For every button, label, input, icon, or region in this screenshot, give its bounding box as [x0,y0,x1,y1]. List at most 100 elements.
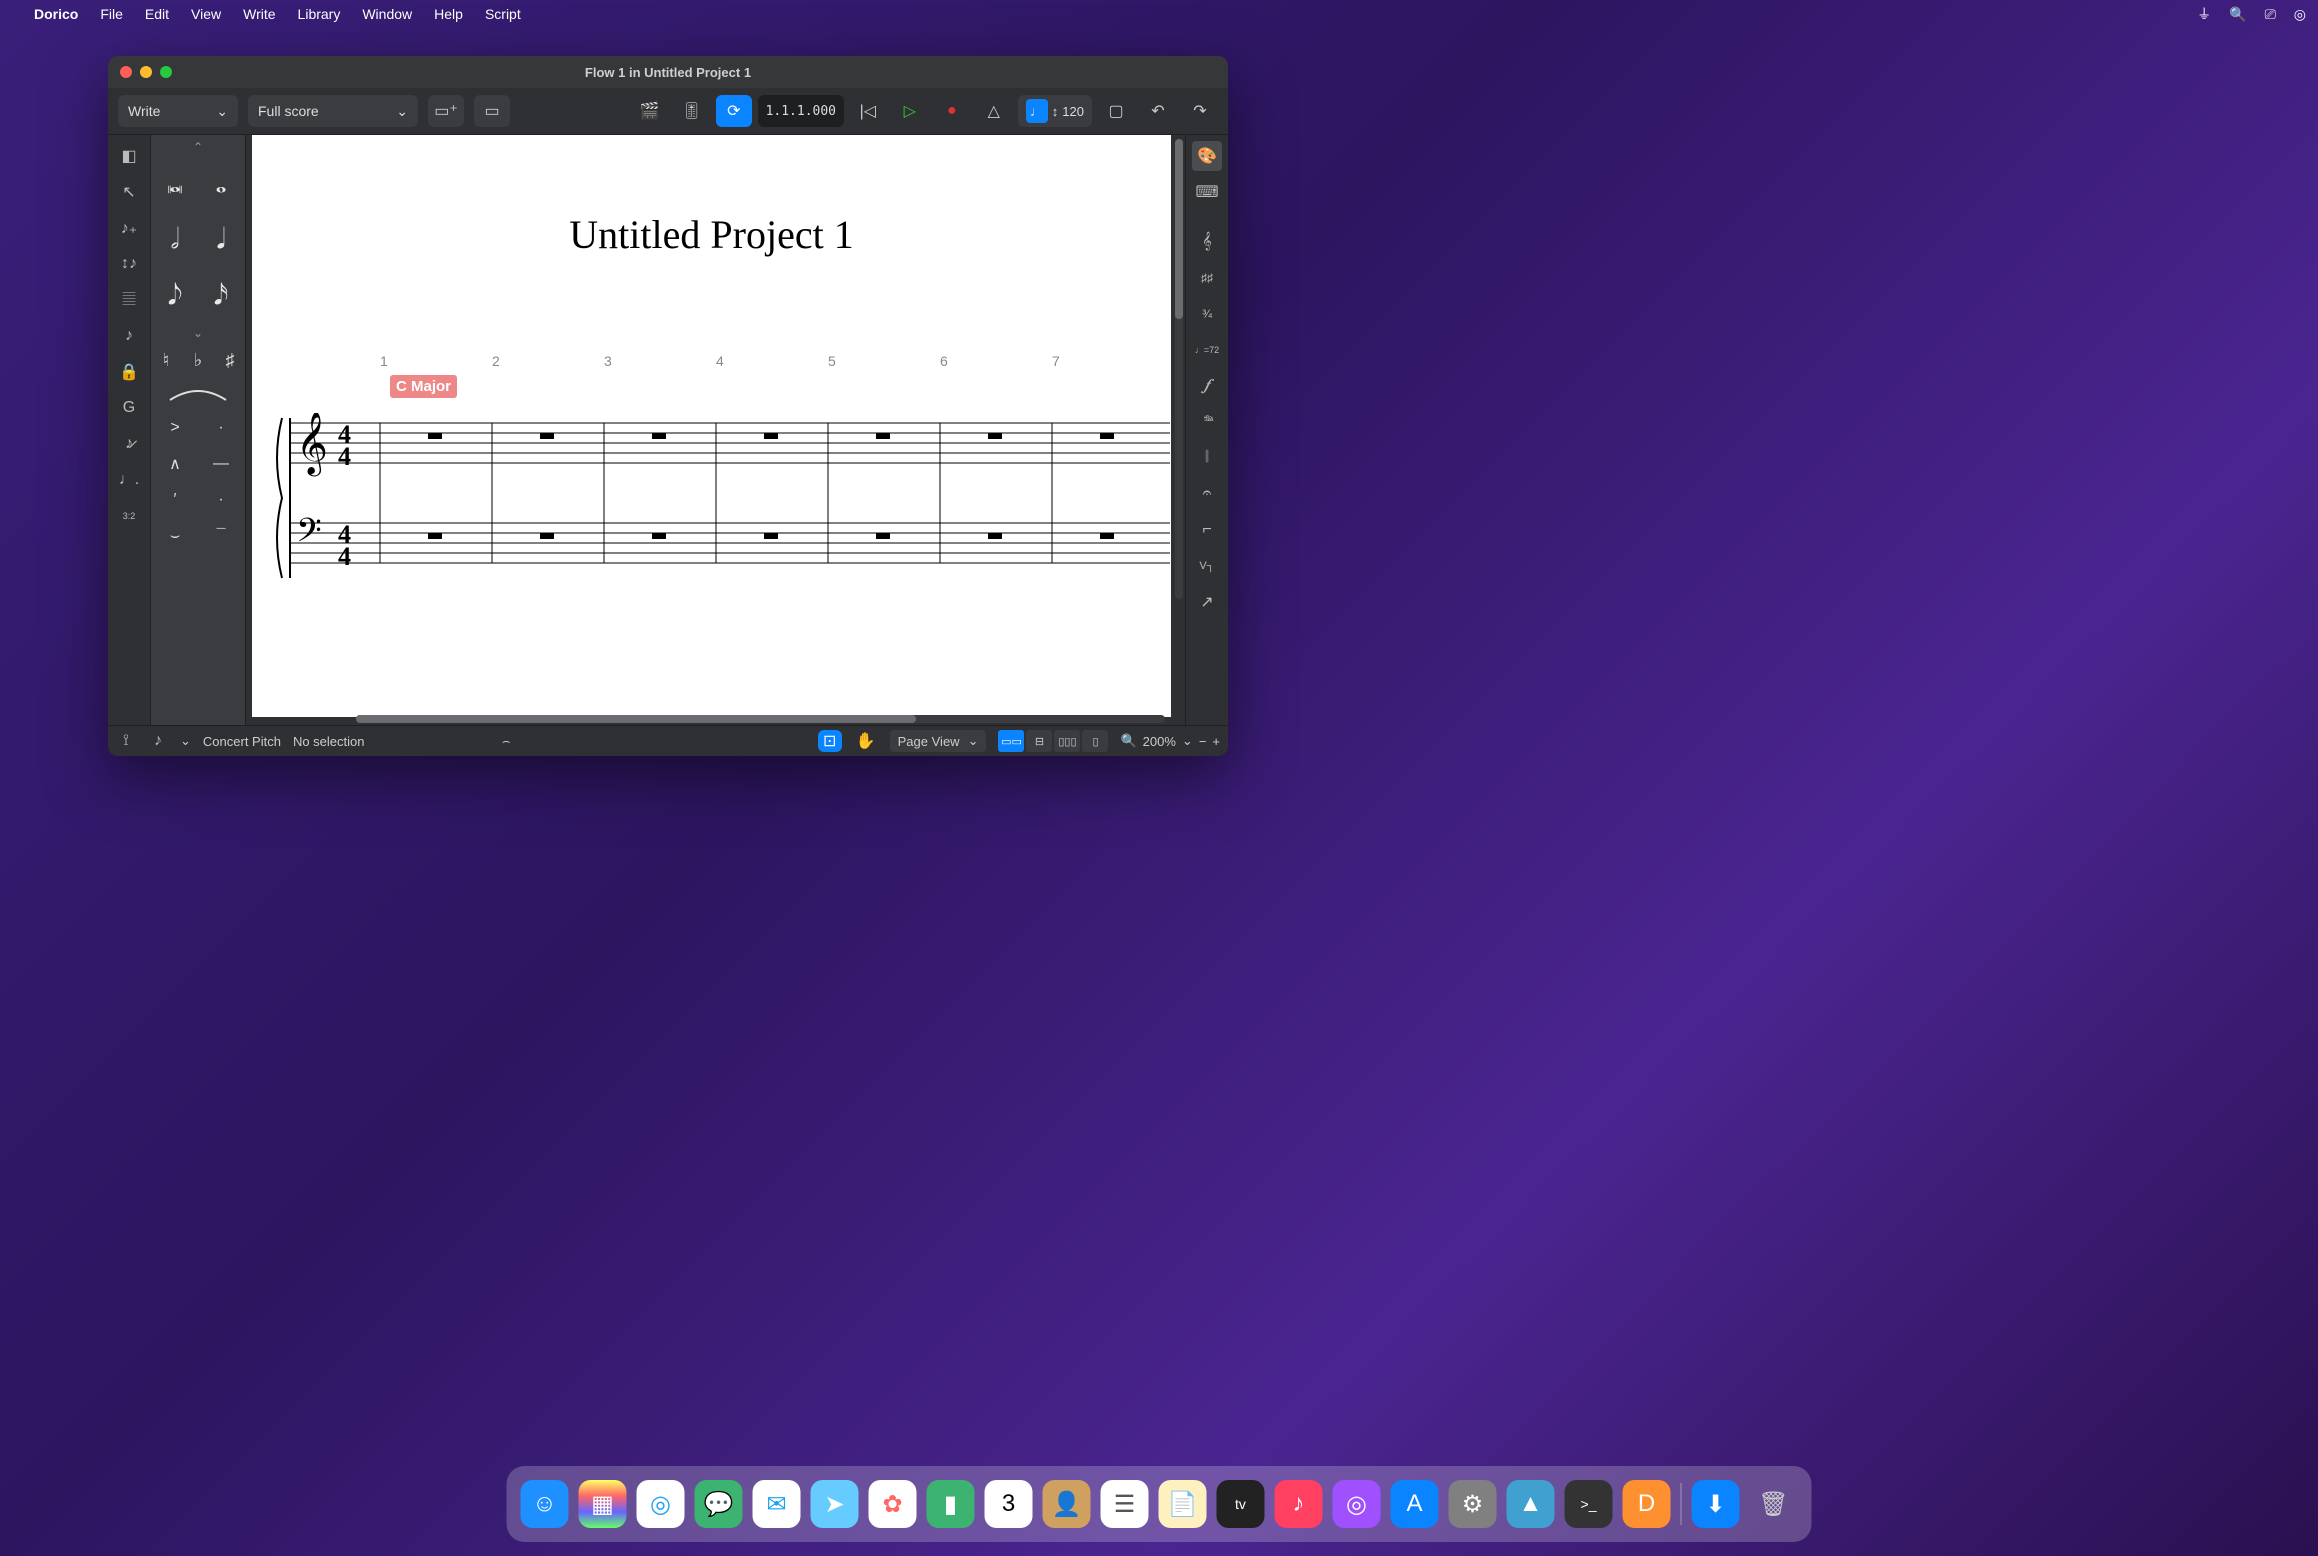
view-spread[interactable]: ▭▭ [998,730,1024,752]
properties-panel-button[interactable]: 🎨 [1192,141,1222,171]
tuplet-tool[interactable]: 3:2 [114,501,144,531]
articulation-staccato[interactable]: · [200,411,242,445]
menu-write[interactable]: Write [243,6,275,22]
lines-button[interactable]: ↗ [1192,587,1222,617]
scroll-up-icon[interactable]: ⌃ [193,139,203,155]
articulation-dot[interactable]: · [200,483,242,517]
articulation-marcato[interactable]: ∧ [154,447,196,481]
articulation-tenuto[interactable]: — [200,447,242,481]
dock-downloads[interactable]: ⬇ [1692,1480,1740,1528]
key-signatures-button[interactable]: ♯♯ [1192,263,1222,293]
articulation-fermata[interactable]: ⌣ [154,519,196,553]
play-active-button[interactable]: ⟳ [716,95,752,127]
marquee-tool[interactable]: ⊡ [818,730,842,752]
vertical-scrollbar[interactable] [1175,139,1183,599]
dock-trash[interactable]: 🗑 [1750,1480,1798,1528]
hand-tool[interactable]: ✋ [854,730,878,752]
layout-selector[interactable]: Full score ⌄ [248,95,418,127]
spotlight-icon[interactable]: 🔍 [2229,6,2246,23]
panel-toggle[interactable]: ◧ [114,141,144,171]
wifi-icon[interactable]: ⏚ [2197,4,2211,24]
scroll-down-icon[interactable]: ⌄ [193,325,203,341]
duration-whole[interactable]: 𝅝 [200,157,242,211]
dynamics-button[interactable]: 𝆑 [1192,371,1222,401]
dock-podcasts[interactable]: ◎ [1333,1480,1381,1528]
keyboard-panel-button[interactable]: ⌨ [1192,177,1222,207]
menu-library[interactable]: Library [298,6,341,22]
duration-quarter[interactable]: 𝅘𝅥 [200,213,242,267]
view-horizontal[interactable]: ▯▯▯ [1054,730,1080,752]
duration-half[interactable]: 𝅗𝅥 [154,213,196,267]
dock-music[interactable]: ♪ [1275,1480,1323,1528]
view-single[interactable]: ▯ [1082,730,1108,752]
dock-freeform[interactable]: ▲ [1507,1480,1555,1528]
force-duration-tool[interactable]: G [114,393,144,423]
articulation-staccatissimo[interactable]: ′ [154,483,196,517]
articulation-stress[interactable]: ¯ [200,519,242,553]
duration-breve[interactable]: 𝅜 [154,157,196,211]
dock-appstore[interactable]: A [1391,1480,1439,1528]
video-button[interactable]: 🎬 [632,95,668,127]
barlines-button[interactable]: 𝄁 [1192,443,1222,473]
dock-photos[interactable]: ✿ [869,1480,917,1528]
note-icon[interactable]: ♪ [148,731,168,751]
lock-duration-tool[interactable]: 🔒 [114,357,144,387]
dock-facetime[interactable]: ▮ [927,1480,975,1528]
menu-script[interactable]: Script [485,6,521,22]
tempo-control[interactable]: ♩ ↕ 120 [1018,95,1092,127]
siri-icon[interactable]: ◎ [2294,6,2306,23]
slur-tool[interactable] [158,379,238,409]
record-button[interactable]: ● [934,95,970,127]
menu-edit[interactable]: Edit [145,6,169,22]
tempo-button[interactable]: ♩=72 [1192,335,1222,365]
accidental-flat[interactable]: ♭ [183,343,213,377]
chord-input-tool[interactable]: 𝄚 [114,285,144,315]
dock-terminal[interactable]: >_ [1565,1480,1613,1528]
accidental-natural[interactable]: ♮ [151,343,181,377]
dock-contacts[interactable]: 👤 [1043,1480,1091,1528]
dock-maps[interactable]: ➤ [811,1480,859,1528]
dock-reminders[interactable]: ☰ [1101,1480,1149,1528]
horizontal-scrollbar[interactable] [356,715,1165,723]
redo-button[interactable]: ↷ [1182,95,1218,127]
chevron-down-icon[interactable]: ⌄ [180,733,191,749]
zoom-in-button[interactable]: + [1212,734,1220,749]
select-tool[interactable]: ↖ [114,177,144,207]
concert-pitch-label[interactable]: Concert Pitch [203,734,281,749]
menu-file[interactable]: File [100,6,123,22]
zoom-value[interactable]: 200% [1143,734,1176,749]
score-page[interactable]: Untitled Project 1 1 2 3 4 5 6 7 C Major [252,135,1171,717]
holds-button[interactable]: 𝄐 [1192,479,1222,509]
mixer-button[interactable]: 🎚 [674,95,710,127]
techniques-button[interactable]: V┐ [1192,551,1222,581]
dock-safari[interactable]: ◎ [637,1480,685,1528]
undo-button[interactable]: ↶ [1140,95,1176,127]
transport-extra-button[interactable]: ▢ [1098,95,1134,127]
time-signatures-button[interactable]: ¾ [1192,299,1222,329]
dock-launchpad[interactable]: ▦ [579,1480,627,1528]
transpose-icon[interactable]: ⟟ [116,731,136,751]
rewind-button[interactable]: |◁ [850,95,886,127]
dock-tv[interactable]: tv [1217,1480,1265,1528]
insert-mode-button[interactable]: ▭⁺ [428,95,464,127]
view-mode-selector[interactable]: Page View ⌄ [890,730,987,752]
dock-calendar[interactable]: 3 [985,1480,1033,1528]
chevron-down-icon[interactable]: ⌄ [1182,733,1193,749]
menu-window[interactable]: Window [362,6,412,22]
repeats-button[interactable]: ⌐ [1192,515,1222,545]
accidental-sharp[interactable]: ♯ [215,343,245,377]
note-input-tool[interactable]: ♪₊ [114,213,144,243]
chord-label[interactable]: C Major [390,375,457,398]
ornaments-button[interactable]: 𝆮 [1192,407,1222,437]
dock-mail[interactable]: ✉ [753,1480,801,1528]
dock-dorico[interactable]: D [1623,1480,1671,1528]
galley-button[interactable]: ▭ [474,95,510,127]
grace-note-tool[interactable]: ♪ [114,321,144,351]
control-center-icon[interactable]: ⎚ [2265,6,2276,23]
view-vertical[interactable]: ⊟ [1026,730,1052,752]
zoom-out-button[interactable]: − [1199,734,1207,749]
dotted-note-tool[interactable]: ♩. [114,465,144,495]
dock-settings[interactable]: ⚙ [1449,1480,1497,1528]
dock-messages[interactable]: 💬 [695,1480,743,1528]
duration-sixteenth[interactable]: 𝅘𝅥𝅯 [200,269,242,323]
